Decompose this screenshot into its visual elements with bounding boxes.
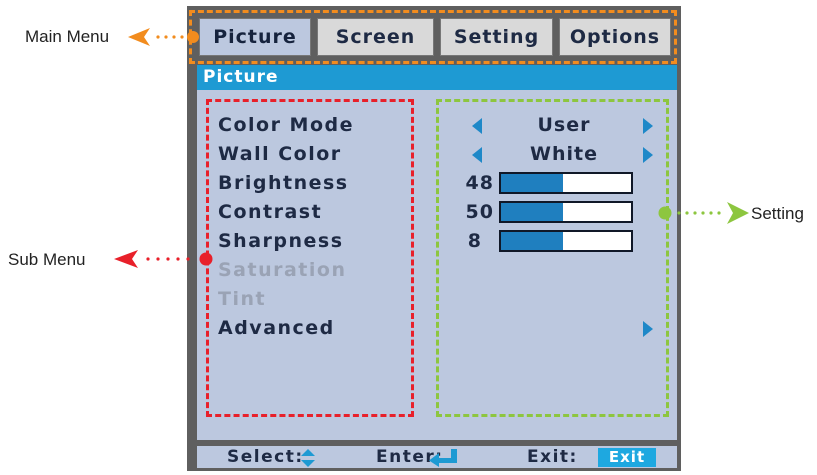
up-down-arrow-icon <box>301 449 315 467</box>
exit-key-badge[interactable]: Exit <box>598 448 656 467</box>
sub-menu-callout-label: Sub Menu <box>8 250 86 269</box>
setting-callout-label: Setting <box>751 204 804 223</box>
footer-exit-label: Exit: <box>527 447 578 467</box>
footer-select-label: Select: <box>227 447 304 467</box>
main-menu-callout-arrow-icon <box>128 28 199 46</box>
sub-menu-callout-arrow-icon <box>114 250 213 268</box>
section-title: Picture <box>197 65 677 90</box>
setting-highlight-box <box>436 99 669 417</box>
sub-menu-highlight-box <box>206 99 414 417</box>
main-menu-highlight-box <box>189 10 677 64</box>
enter-icon <box>429 449 457 467</box>
main-menu-callout-label: Main Menu <box>25 27 110 46</box>
setting-callout-arrow-icon <box>658 202 749 224</box>
